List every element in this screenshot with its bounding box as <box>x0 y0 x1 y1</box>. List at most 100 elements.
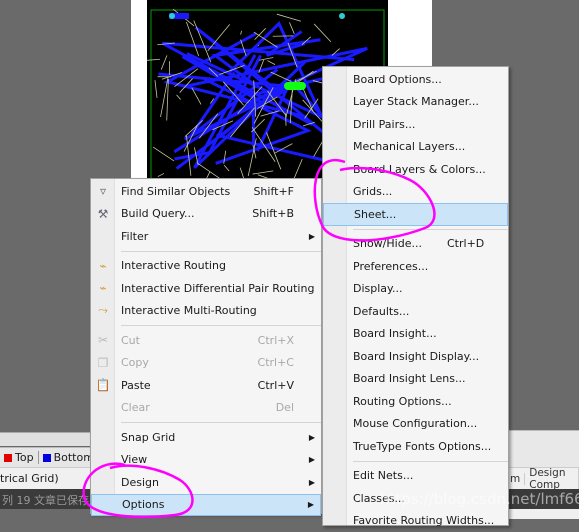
menu-item-label: Interactive Multi-Routing <box>121 304 257 317</box>
menu-item-label: Copy <box>121 356 149 369</box>
menu-item-drill-pairs[interactable]: Drill Pairs... <box>323 113 508 136</box>
menu-item-label: Board Options... <box>353 73 442 86</box>
menu-item-truetype-fonts-options[interactable]: TrueType Fonts Options... <box>323 435 508 458</box>
submenu-arrow-icon: ▶ <box>308 500 314 509</box>
menu-item-grids[interactable]: Grids... <box>323 181 508 204</box>
menu-item-copy[interactable]: ❐CopyCtrl+C <box>91 352 321 375</box>
menu-item-label: Paste <box>121 379 151 392</box>
status-bar-grid: trical Grid) <box>0 467 95 489</box>
menu-item-label: Interactive Differential Pair Routing <box>121 282 314 295</box>
watermark: https://blog.csdn.net/lmf666 <box>380 490 579 508</box>
copy-icon: ❐ <box>95 355 111 371</box>
menu-item-label: Show/Hide... <box>353 237 422 250</box>
paste-icon: 📋 <box>95 377 111 393</box>
menu-item-interactive-routing[interactable]: ⌁ Interactive Routing <box>91 255 321 278</box>
green-component <box>284 82 306 90</box>
menu-item-mouse-configuration[interactable]: Mouse Configuration... <box>323 413 508 436</box>
diff-pair-routing-icon: ⌁ <box>95 280 111 296</box>
menu-item-board-options[interactable]: Board Options... <box>323 68 508 91</box>
menu-item-paste[interactable]: 📋PasteCtrl+V <box>91 374 321 397</box>
submenu-arrow-icon: ▶ <box>309 455 315 464</box>
menu-separator <box>121 422 321 423</box>
menu-item-label: TrueType Fonts Options... <box>353 440 491 453</box>
menu-item-label: Mouse Configuration... <box>353 417 477 430</box>
filter-icon: ▿ <box>95 183 111 199</box>
menu-item-label: Options <box>122 498 164 511</box>
menu-item-label: Grids... <box>353 185 392 198</box>
menu-item-label: Favorite Routing Widths... <box>353 514 494 527</box>
context-menu: ▿Find Similar ObjectsShift+F⚒Build Query… <box>90 178 322 514</box>
submenu-arrow-icon: ▶ <box>309 478 315 487</box>
menu-item-label: Snap Grid <box>121 431 175 444</box>
horizontal-scrollbar[interactable] <box>0 432 95 446</box>
menu-item-interactive-differential-pair-routing[interactable]: ⌁ Interactive Differential Pair Routing <box>91 277 321 300</box>
menu-item-label: Sheet... <box>354 208 396 221</box>
menu-item-label: Preferences... <box>353 260 428 273</box>
mounting-hole <box>169 13 175 19</box>
top-track <box>259 58 273 61</box>
menu-item-label: Find Similar Objects <box>121 185 230 198</box>
menu-item-display[interactable]: Display... <box>323 278 508 301</box>
panel-button-design-compiler[interactable]: Design Comp <box>525 467 579 491</box>
menu-item-show-hide[interactable]: Show/Hide... Ctrl+D <box>323 233 508 256</box>
layer-tab-label: Bottom <box>54 451 94 464</box>
top-track <box>194 20 211 62</box>
cut-icon: ✂ <box>95 332 111 348</box>
menu-item-routing-options[interactable]: Routing Options... <box>323 390 508 413</box>
menu-item-interactive-multi-routing[interactable]: ⤳ Interactive Multi-Routing <box>91 300 321 323</box>
top-track <box>155 80 157 98</box>
layer-tab-top[interactable]: Top <box>0 451 39 464</box>
menu-separator <box>121 325 321 326</box>
menu-item-find-similar-objects[interactable]: ▿Find Similar ObjectsShift+F <box>91 180 321 203</box>
top-track <box>241 31 242 35</box>
menu-item-options[interactable]: Options ▶ <box>91 494 321 517</box>
top-track <box>277 14 301 21</box>
menu-item-view[interactable]: View▶ <box>91 449 321 472</box>
top-track <box>258 45 259 46</box>
menu-item-cut[interactable]: ✂CutCtrl+X <box>91 329 321 352</box>
menu-item-board-layers-colors[interactable]: Board Layers & Colors... <box>323 158 508 181</box>
status-strip <box>506 509 579 519</box>
layer-color-swatch <box>43 454 51 462</box>
menu-item-label: Drill Pairs... <box>353 118 415 131</box>
panel-buttons: m Design Comp <box>506 467 579 489</box>
menu-item-label: Defaults... <box>353 305 409 318</box>
menu-item-board-insight-lens[interactable]: Board Insight Lens... <box>323 368 508 391</box>
menu-item-preferences[interactable]: Preferences... <box>323 255 508 278</box>
menu-item-clear[interactable]: ClearDel <box>91 397 321 420</box>
mounting-hole <box>339 13 345 19</box>
multi-routing-icon: ⤳ <box>95 303 111 319</box>
right-panel <box>506 430 579 467</box>
menu-item-defaults[interactable]: Defaults... <box>323 300 508 323</box>
menu-item-favorite-routing-widths[interactable]: Favorite Routing Widths... <box>323 510 508 532</box>
menu-item-layer-stack-manager[interactable]: Layer Stack Manager... <box>323 91 508 114</box>
status-bar-dark: 列 19 文章已保存 <box>0 489 95 509</box>
top-track <box>167 79 169 120</box>
menu-item-board-insight-display[interactable]: Board Insight Display... <box>323 345 508 368</box>
menu-item-label: Filter <box>121 230 148 243</box>
menu-item-snap-grid[interactable]: Snap Grid ▶ <box>91 426 321 449</box>
menu-item-board-insight[interactable]: Board Insight... <box>323 323 508 346</box>
top-track <box>289 22 294 33</box>
top-track <box>253 171 274 174</box>
menu-item-label: Board Layers & Colors... <box>353 163 486 176</box>
menu-item-edit-nets[interactable]: Edit Nets... <box>323 465 508 488</box>
menu-item-build-query[interactable]: ⚒Build Query...Shift+B <box>91 203 321 226</box>
layer-tab-label: Top <box>15 451 34 464</box>
menu-separator <box>353 461 508 462</box>
menu-item-design[interactable]: Design▶ <box>91 471 321 494</box>
menu-item-filter[interactable]: Filter▶ <box>91 225 321 248</box>
submenu-arrow-icon: ▶ <box>309 433 315 442</box>
menu-separator <box>121 251 321 252</box>
menu-item-label: Interactive Routing <box>121 259 226 272</box>
menu-item-sheet[interactable]: Sheet... <box>323 203 508 226</box>
top-track <box>147 59 160 61</box>
menu-item-shortcut: Ctrl+D <box>447 237 484 250</box>
menu-item-label: Clear <box>121 401 150 414</box>
interactive-routing-icon: ⌁ <box>95 258 111 274</box>
menu-item-label: Routing Options... <box>353 395 452 408</box>
menu-item-shortcut: Shift+B <box>252 207 294 220</box>
top-track <box>153 147 174 161</box>
menu-item-mechanical-layers[interactable]: Mechanical Layers... <box>323 136 508 159</box>
menu-item-label: Build Query... <box>121 207 194 220</box>
